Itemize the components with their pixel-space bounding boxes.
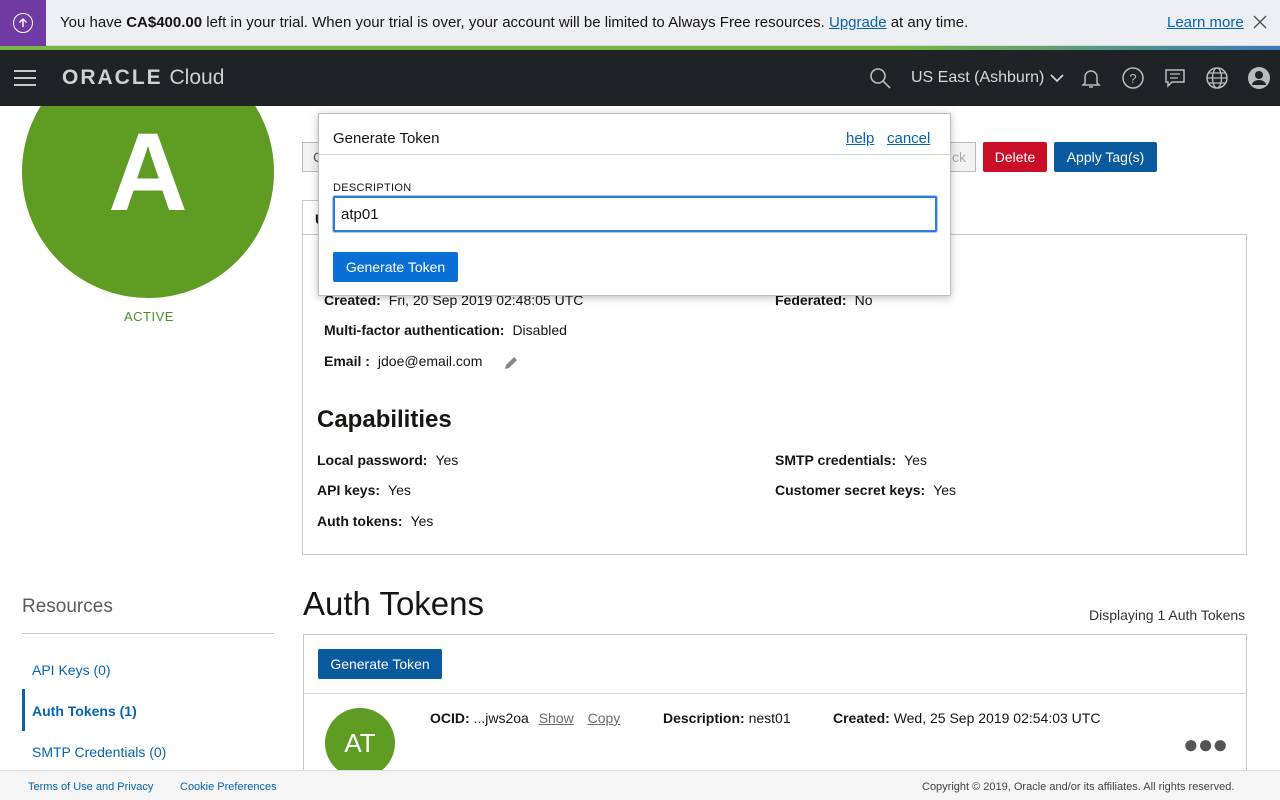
region-selector[interactable]: US East (Ashburn) xyxy=(911,69,1064,87)
avatar-area: A xyxy=(0,106,300,306)
partial-button-right[interactable]: ck xyxy=(950,142,976,172)
resource-auth-tokens[interactable]: Auth Tokens (1) xyxy=(32,703,137,719)
capability-api-keys: API keys: Yes xyxy=(317,482,411,498)
apply-tags-button[interactable]: Apply Tag(s) xyxy=(1054,142,1157,172)
capabilities-title: Capabilities xyxy=(317,406,452,433)
trial-banner: You have CA$400.00 left in your trial. W… xyxy=(0,0,1280,46)
delete-button[interactable]: Delete xyxy=(983,142,1047,172)
description-input[interactable] xyxy=(333,196,937,232)
auth-tokens-panel xyxy=(303,634,1247,774)
bell-icon[interactable] xyxy=(1079,66,1103,90)
copy-ocid-link[interactable]: Copy xyxy=(588,710,621,726)
region-label: US East (Ashburn) xyxy=(911,69,1045,86)
user-icon[interactable] xyxy=(1247,66,1271,90)
show-ocid-link[interactable]: Show xyxy=(539,710,574,726)
dialog-header: Generate Token help cancel xyxy=(319,114,950,155)
cancel-link[interactable]: cancel xyxy=(887,130,930,147)
help-icon[interactable]: ? xyxy=(1121,66,1145,90)
capability-smtp: SMTP credentials: Yes xyxy=(775,452,927,468)
active-indicator xyxy=(22,689,25,731)
capability-customer-secret: Customer secret keys: Yes xyxy=(775,482,957,498)
email-field: Email : jdoe@email.com xyxy=(324,353,483,369)
help-link[interactable]: help xyxy=(846,130,874,147)
divider xyxy=(303,693,1247,694)
copyright-text: Copyright © 2019, Oracle and/or its affi… xyxy=(922,781,1235,793)
user-avatar: A xyxy=(22,106,274,298)
globe-icon[interactable] xyxy=(1205,66,1229,90)
mfa-field: Multi-factor authentication: Disabled xyxy=(324,322,567,338)
search-icon[interactable] xyxy=(868,66,892,90)
upgrade-icon xyxy=(0,0,46,46)
token-ocid: OCID: ...jws2oa Show Copy xyxy=(430,710,621,726)
oracle-cloud-logo[interactable]: ORACLE Cloud xyxy=(62,66,224,90)
generate-token-button[interactable]: Generate Token xyxy=(318,649,442,679)
edit-email-icon[interactable] xyxy=(502,354,520,372)
top-nav: ORACLE Cloud US East (Ashburn) ? xyxy=(0,50,1280,106)
resources-title: Resources xyxy=(22,596,113,617)
resource-api-keys[interactable]: API Keys (0) xyxy=(32,662,111,678)
token-description: Description: nest01 xyxy=(663,710,791,726)
menu-icon[interactable] xyxy=(14,70,36,86)
svg-text:?: ? xyxy=(1129,71,1136,86)
status-label: ACTIVE xyxy=(124,309,174,324)
divider xyxy=(22,633,274,634)
description-label: DESCRIPTION xyxy=(333,182,412,194)
more-actions-icon[interactable]: ●●● xyxy=(1183,731,1228,757)
token-avatar: AT xyxy=(325,708,395,778)
dialog-generate-token-button[interactable]: Generate Token xyxy=(333,252,458,282)
resource-smtp-credentials[interactable]: SMTP Credentials (0) xyxy=(32,744,166,760)
trial-message: You have CA$400.00 left in your trial. W… xyxy=(60,14,969,31)
token-created: Created: Wed, 25 Sep 2019 02:54:03 UTC xyxy=(833,710,1101,726)
chevron-down-icon xyxy=(1050,74,1064,83)
capability-auth-tokens: Auth tokens: Yes xyxy=(317,513,434,529)
terms-link[interactable]: Terms of Use and Privacy xyxy=(28,781,153,793)
cookie-preferences-link[interactable]: Cookie Preferences xyxy=(180,781,277,793)
dialog-title: Generate Token xyxy=(333,130,440,147)
auth-tokens-count: Displaying 1 Auth Tokens xyxy=(1089,607,1246,623)
capability-local-password: Local password: Yes xyxy=(317,452,459,468)
upgrade-link[interactable]: Upgrade xyxy=(829,14,887,31)
auth-tokens-title: Auth Tokens xyxy=(303,585,485,622)
close-icon[interactable] xyxy=(1252,14,1268,30)
trial-amount: CA$400.00 xyxy=(126,14,203,31)
learn-more-link[interactable]: Learn more xyxy=(1167,14,1244,31)
chat-icon[interactable] xyxy=(1163,66,1187,90)
generate-token-dialog: Generate Token help cancel DESCRIPTION G… xyxy=(318,113,951,296)
footer: Terms of Use and Privacy Cookie Preferen… xyxy=(0,770,1280,800)
